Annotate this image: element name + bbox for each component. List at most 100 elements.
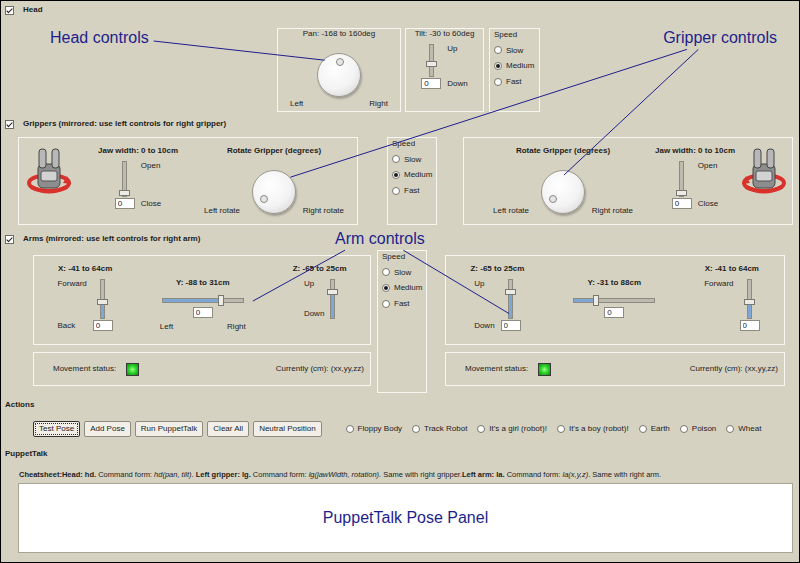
radio-circle[interactable]	[680, 425, 688, 433]
slider-thumb[interactable]	[97, 299, 108, 305]
radio-circle[interactable]	[392, 187, 400, 195]
horizontal-slider[interactable]	[162, 298, 244, 303]
value-field[interactable]	[93, 320, 113, 331]
pose-option[interactable]: Floppy Body	[346, 424, 402, 434]
axis-top-label: Forward	[704, 279, 733, 289]
radio-circle[interactable]	[382, 268, 390, 276]
speed-option[interactable]: Medium	[494, 61, 535, 71]
pose-option[interactable]: Wheat	[726, 424, 761, 434]
slider-thumb[interactable]	[218, 295, 224, 306]
radio-circle[interactable]	[392, 171, 400, 179]
action-button[interactable]: Clear All	[207, 421, 249, 437]
slider-fill	[574, 299, 595, 302]
rotation-knob[interactable]	[252, 170, 296, 214]
radio-circle[interactable]	[412, 425, 420, 433]
speed-option-label: Medium	[404, 170, 432, 180]
speed-option[interactable]: Fast	[494, 77, 535, 87]
pose-option-label: Poison	[692, 424, 716, 434]
speed-option[interactable]: Fast	[382, 299, 422, 309]
radio-circle[interactable]	[494, 78, 502, 86]
horizontal-slider[interactable]	[573, 298, 655, 303]
radio-circle[interactable]	[494, 62, 502, 70]
slider-thumb[interactable]	[327, 289, 338, 295]
jaw-axis-title: Jaw width: 0 to 10cm	[98, 146, 178, 156]
radio-circle[interactable]	[346, 425, 354, 433]
section-checkbox[interactable]	[5, 6, 14, 15]
pose-option[interactable]: Track Robot	[412, 424, 467, 434]
pose-option[interactable]: Earth	[639, 424, 670, 434]
value-field[interactable]	[501, 320, 521, 331]
pose-option-label: Earth	[651, 424, 670, 434]
section-checkbox[interactable]	[5, 120, 14, 129]
vertical-slider[interactable]	[100, 279, 105, 319]
speed-option-label: Medium	[394, 283, 422, 293]
vertical-slider[interactable]	[679, 161, 684, 197]
slider-thumb[interactable]	[744, 299, 755, 305]
cheatsheet-part: Cheatsheet:Head: hd.	[19, 470, 96, 479]
vertical-slider[interactable]	[429, 44, 434, 77]
pose-options: Floppy Body Track Robot It's a girl (robot…	[346, 424, 762, 434]
speed-option-label: Slow	[506, 46, 523, 56]
status-light	[126, 363, 139, 376]
pose-option[interactable]: Poison	[680, 424, 716, 434]
value-field[interactable]	[115, 198, 135, 209]
action-button[interactable]: Add Pose	[84, 421, 131, 437]
pose-option[interactable]: It's a boy (robot)!	[557, 424, 629, 434]
radio-circle[interactable]	[382, 300, 390, 308]
radio-circle[interactable]	[639, 425, 647, 433]
speed-option[interactable]: Slow	[392, 155, 432, 165]
axis-start-label: Left	[160, 322, 173, 332]
value-field[interactable]	[672, 198, 692, 209]
rotation-knob[interactable]	[541, 170, 585, 214]
speed-option[interactable]: Medium	[382, 283, 422, 293]
vertical-slider[interactable]	[122, 161, 127, 197]
speed-option[interactable]: Slow	[382, 268, 422, 278]
cheatsheet-part: lg(jawWidth, rotation)	[309, 470, 379, 479]
slider-thumb[interactable]	[676, 190, 687, 196]
status-label: Movement status:	[465, 364, 528, 374]
speed-option[interactable]: Medium	[392, 170, 432, 180]
rotation-knob[interactable]	[317, 53, 361, 97]
speed-title: Speed	[392, 139, 432, 149]
speed-box: Speed Slow Medium Fast	[377, 250, 427, 393]
speed-option[interactable]: Slow	[494, 46, 535, 56]
knob-indicator	[336, 58, 344, 66]
axis-end-label: Right	[227, 322, 246, 332]
action-button[interactable]: Run PuppetTalk	[135, 421, 203, 437]
vertical-slider[interactable]	[508, 279, 513, 319]
value-field[interactable]	[193, 307, 213, 318]
radio-circle[interactable]	[477, 425, 485, 433]
speed-title: Speed	[382, 252, 422, 262]
section-checkbox[interactable]	[5, 235, 14, 244]
arm-panel: X: -41 to 64cmForwardBackY: -88 to 31cmL…	[33, 255, 371, 345]
annotation-lines	[1, 1, 800, 563]
pose-option[interactable]: It's a girl (robot)!	[477, 424, 547, 434]
slider-thumb[interactable]	[505, 289, 516, 295]
radio-circle[interactable]	[557, 425, 565, 433]
slider-thumb[interactable]	[119, 190, 130, 196]
pose-option-label: Floppy Body	[358, 424, 402, 434]
action-button[interactable]: Test Pose	[33, 421, 80, 437]
arm-axis: X: -41 to 64cmForward	[704, 264, 759, 331]
pose-panel[interactable]: PuppetTalk Pose Panel	[18, 483, 793, 553]
radio-circle[interactable]	[392, 155, 400, 163]
vertical-slider[interactable]	[330, 279, 335, 319]
radio-circle[interactable]	[726, 425, 734, 433]
pose-option-label: Wheat	[738, 424, 761, 434]
radio-circle[interactable]	[494, 46, 502, 54]
annotation-line	[290, 49, 687, 177]
value-field[interactable]	[604, 307, 624, 318]
movement-status: Movement status:Currently (cm): (xx,yy,z…	[33, 352, 371, 386]
action-button[interactable]: Neutral Position	[253, 421, 321, 437]
value-field[interactable]	[740, 320, 760, 331]
speed-option-label: Fast	[404, 186, 420, 196]
arm-panel: Z: -65 to 25cmUpDownY: -31 to 88cmX: -41…	[445, 255, 785, 345]
radio-circle[interactable]	[382, 284, 390, 292]
slider-thumb[interactable]	[593, 295, 599, 306]
slider-thumb[interactable]	[426, 61, 437, 67]
arm-axis-title: Y: -31 to 88cm	[587, 278, 641, 288]
vertical-slider[interactable]	[747, 279, 752, 319]
value-field[interactable]	[421, 78, 441, 89]
cheatsheet-part: hd(pan, tilt)	[154, 470, 192, 479]
speed-option[interactable]: Fast	[392, 186, 432, 196]
